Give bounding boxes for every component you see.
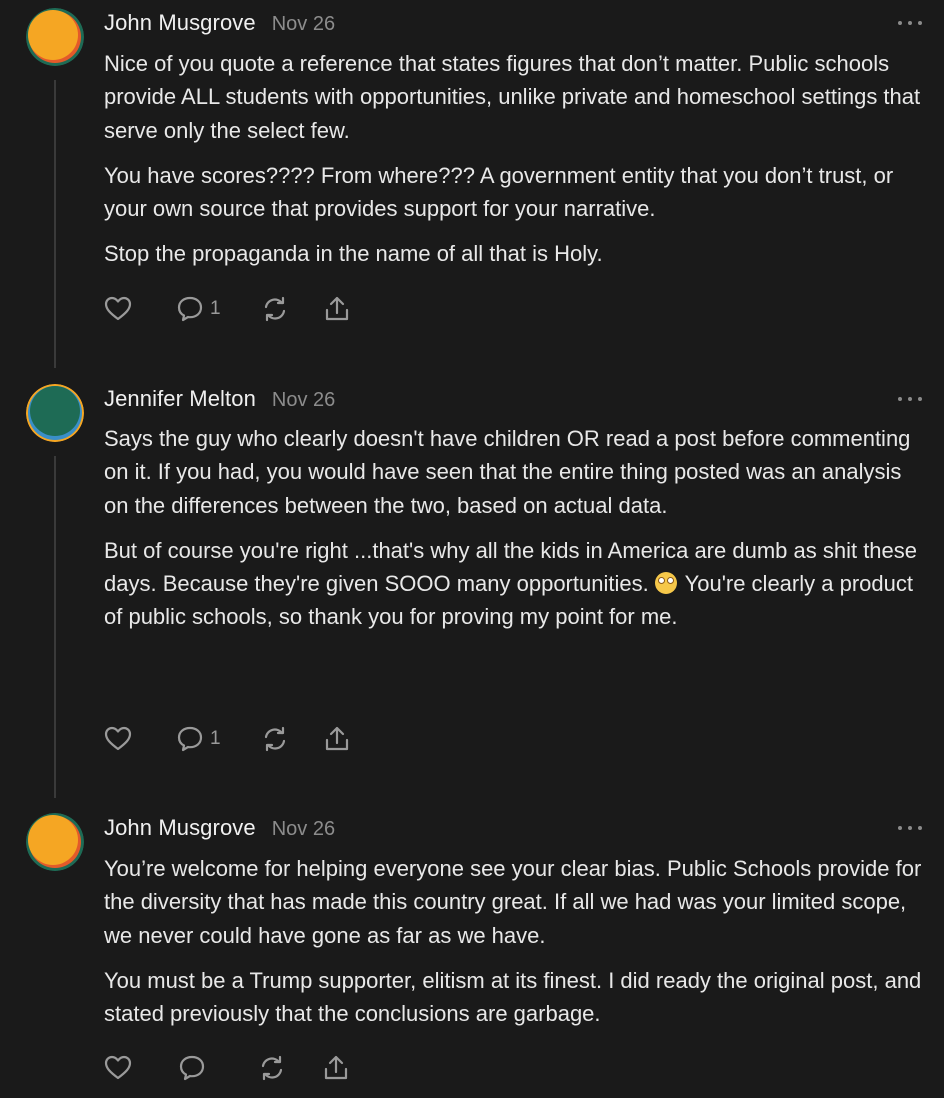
share-icon [325, 726, 348, 751]
comment-icon [177, 296, 203, 322]
comment-date[interactable]: Nov 26 [272, 818, 335, 841]
more-options-icon[interactable] [898, 392, 922, 406]
comment-date[interactable]: Nov 26 [272, 389, 335, 412]
restack-icon [264, 726, 285, 752]
reply-button[interactable] [178, 1054, 212, 1082]
green-orange-avatar-icon [26, 384, 84, 442]
comment-paragraph: You must be a Trump supporter, elitism a… [104, 967, 922, 1027]
restack-button[interactable] [261, 725, 289, 753]
share-icon [325, 296, 348, 321]
share-icon [324, 1055, 348, 1080]
avatar[interactable] [26, 384, 84, 442]
like-button[interactable] [104, 1055, 132, 1081]
share-button[interactable] [323, 725, 351, 753]
orange-green-avatar-icon [26, 8, 84, 66]
reply-button[interactable]: 1 [176, 295, 221, 323]
share-button[interactable] [322, 1054, 350, 1082]
restack-icon [261, 1055, 283, 1081]
like-button[interactable] [104, 296, 132, 322]
comment-2: Jennifer Melton Nov 26 Says the guy who … [0, 376, 944, 800]
comment-paragraph: You’re welcome for helping everyone see … [104, 856, 922, 948]
comment-icon [177, 726, 203, 752]
comment-icon [179, 1055, 205, 1081]
comment-paragraph: You have scores???? From where??? A gove… [104, 162, 894, 222]
thread-line [54, 80, 56, 368]
comment-3: John Musgrove Nov 26 You’re welcome for … [0, 806, 944, 1098]
restack-button[interactable] [261, 295, 289, 323]
thread-line [54, 456, 56, 798]
avatar[interactable] [26, 8, 84, 66]
orange-green-avatar-icon [26, 813, 84, 871]
more-options-icon[interactable] [898, 16, 922, 30]
more-options-icon[interactable] [898, 821, 922, 835]
share-button[interactable] [323, 295, 351, 323]
comment-paragraph: But of course you're right ...that's why… [104, 534, 922, 634]
author-name[interactable]: John Musgrove [104, 10, 256, 36]
comment-paragraph: Nice of you quote a reference that state… [104, 51, 921, 143]
heart-icon [104, 1055, 132, 1080]
like-button[interactable] [104, 726, 132, 752]
comment-paragraph: Says the guy who clearly doesn't have ch… [104, 426, 911, 518]
avatar[interactable] [26, 813, 84, 871]
author-name[interactable]: John Musgrove [104, 815, 256, 841]
heart-icon [104, 296, 132, 321]
reply-count: 1 [210, 728, 221, 749]
comment-date[interactable]: Nov 26 [272, 13, 335, 36]
heart-icon [104, 726, 132, 751]
comment-body: Nice of you quote a reference that state… [104, 47, 922, 283]
reply-button[interactable]: 1 [176, 725, 221, 753]
restack-icon [264, 296, 285, 322]
eye-roll-emoji-icon [654, 572, 677, 595]
reply-count: 1 [210, 298, 221, 319]
comment-paragraph: Stop the propaganda in the name of all t… [104, 241, 603, 267]
comment-1: John Musgrove Nov 26 Nice of you quote a… [0, 0, 944, 370]
restack-button[interactable] [258, 1054, 286, 1082]
author-name[interactable]: Jennifer Melton [104, 386, 256, 412]
comment-body: Says the guy who clearly doesn't have ch… [104, 422, 922, 646]
comment-body: You’re welcome for helping everyone see … [104, 852, 922, 1042]
